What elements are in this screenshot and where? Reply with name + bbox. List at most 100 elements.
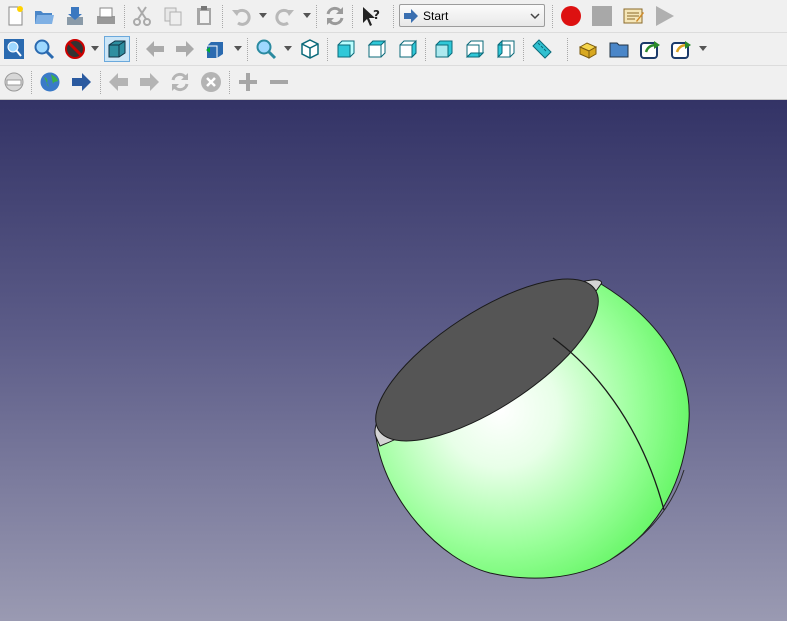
separator xyxy=(100,71,102,94)
isometric-view-button[interactable] xyxy=(297,36,323,62)
cut-icon xyxy=(133,6,151,26)
nav-stop-icon xyxy=(201,72,221,92)
nav-refresh-button[interactable] xyxy=(167,69,193,95)
rear-view-button[interactable] xyxy=(431,36,457,62)
bottom-view-button[interactable] xyxy=(462,36,488,62)
redo-icon xyxy=(275,8,294,26)
record-macro-button[interactable] xyxy=(558,3,584,29)
save-icon xyxy=(67,7,83,25)
separator xyxy=(352,5,354,28)
workbench-selector[interactable]: Start xyxy=(399,4,545,27)
whats-this-button[interactable]: ? xyxy=(358,3,384,29)
draw-style-dropdown-icon[interactable] xyxy=(91,44,99,52)
undo-dropdown-icon[interactable] xyxy=(259,11,267,19)
sync-view-icon xyxy=(206,42,223,58)
separator xyxy=(136,38,138,61)
redo-dropdown-icon[interactable] xyxy=(303,11,311,19)
forward-button[interactable] xyxy=(172,36,198,62)
fit-all-button[interactable] xyxy=(1,36,27,62)
go-button[interactable] xyxy=(68,69,94,95)
edit-macro-button[interactable] xyxy=(620,3,646,29)
globe-button[interactable] xyxy=(37,69,63,95)
new-document-icon xyxy=(8,6,23,26)
separator xyxy=(247,38,249,61)
new-document-button[interactable] xyxy=(2,3,28,29)
bowl-shape[interactable] xyxy=(353,249,690,579)
save-button[interactable] xyxy=(62,3,88,29)
zoom-in-button[interactable] xyxy=(235,69,261,95)
isometric-view-icon xyxy=(301,39,319,59)
globe-icon xyxy=(40,72,60,92)
undo-button[interactable] xyxy=(228,3,254,29)
cut-button[interactable] xyxy=(129,3,155,29)
web-button[interactable] xyxy=(1,69,27,95)
svg-text:?: ? xyxy=(373,8,380,22)
stop-macro-button[interactable] xyxy=(589,3,615,29)
play-macro-button[interactable] xyxy=(651,3,677,29)
nav-back-button[interactable] xyxy=(106,69,132,95)
draw-style-icon xyxy=(65,39,85,59)
open-button[interactable] xyxy=(31,3,57,29)
web-icon xyxy=(4,72,24,92)
part-button[interactable] xyxy=(575,36,601,62)
front-view-icon xyxy=(337,40,355,58)
link-button[interactable] xyxy=(637,36,663,62)
front-view-button[interactable] xyxy=(333,36,359,62)
separator xyxy=(425,38,427,61)
whats-this-icon: ? xyxy=(363,7,380,26)
back-button[interactable] xyxy=(142,36,168,62)
chevron-down-icon xyxy=(530,13,540,20)
sync-view-button[interactable] xyxy=(203,36,229,62)
sync-view-dropdown-icon[interactable] xyxy=(234,44,242,52)
paste-icon xyxy=(197,6,211,25)
rear-view-icon xyxy=(435,40,453,58)
zoom-button[interactable] xyxy=(253,36,279,62)
fit-selection-button[interactable] xyxy=(31,36,57,62)
separator xyxy=(327,38,329,61)
refresh-button[interactable] xyxy=(322,3,348,29)
group-button[interactable] xyxy=(606,36,632,62)
separator xyxy=(393,5,395,28)
bounding-box-icon xyxy=(108,40,126,58)
workbench-selector-label: Start xyxy=(423,8,449,23)
separator xyxy=(124,5,126,28)
nav-forward-button[interactable] xyxy=(136,69,162,95)
measure-button[interactable] xyxy=(529,36,555,62)
refresh-icon xyxy=(326,6,344,26)
bounding-box-button[interactable] xyxy=(104,36,130,62)
link-actions-button[interactable] xyxy=(668,36,694,62)
zoom-dropdown-icon[interactable] xyxy=(284,44,292,52)
fit-all-icon xyxy=(4,39,24,59)
3d-viewport[interactable] xyxy=(0,100,787,621)
part-icon xyxy=(578,42,598,59)
separator xyxy=(523,38,525,61)
paste-button[interactable] xyxy=(191,3,217,29)
toolbar-row-navigation xyxy=(0,66,787,100)
zoom-out-button[interactable] xyxy=(266,69,292,95)
bottom-view-icon xyxy=(465,40,485,58)
zoom-icon xyxy=(256,39,277,60)
redo-button[interactable] xyxy=(272,3,298,29)
draw-style-button[interactable] xyxy=(62,36,88,62)
right-view-icon xyxy=(399,39,417,59)
top-view-button[interactable] xyxy=(364,36,390,62)
separator xyxy=(316,5,318,28)
nav-back-icon xyxy=(109,73,128,91)
nav-stop-button[interactable] xyxy=(198,69,224,95)
undo-icon xyxy=(232,8,251,26)
toolbar-row-file-edit: ? Start xyxy=(0,0,787,33)
right-view-button[interactable] xyxy=(395,36,421,62)
separator xyxy=(552,5,554,28)
copy-icon xyxy=(164,7,182,26)
top-view-icon xyxy=(367,40,387,58)
left-view-icon xyxy=(497,39,515,59)
link-actions-icon xyxy=(671,41,691,59)
fit-selection-icon xyxy=(34,39,55,60)
separator xyxy=(229,71,231,94)
forward-icon xyxy=(176,41,194,57)
link-actions-dropdown-icon[interactable] xyxy=(699,44,707,52)
3d-model[interactable] xyxy=(0,100,787,621)
left-view-button[interactable] xyxy=(493,36,519,62)
print-button[interactable] xyxy=(93,3,119,29)
copy-button[interactable] xyxy=(160,3,186,29)
